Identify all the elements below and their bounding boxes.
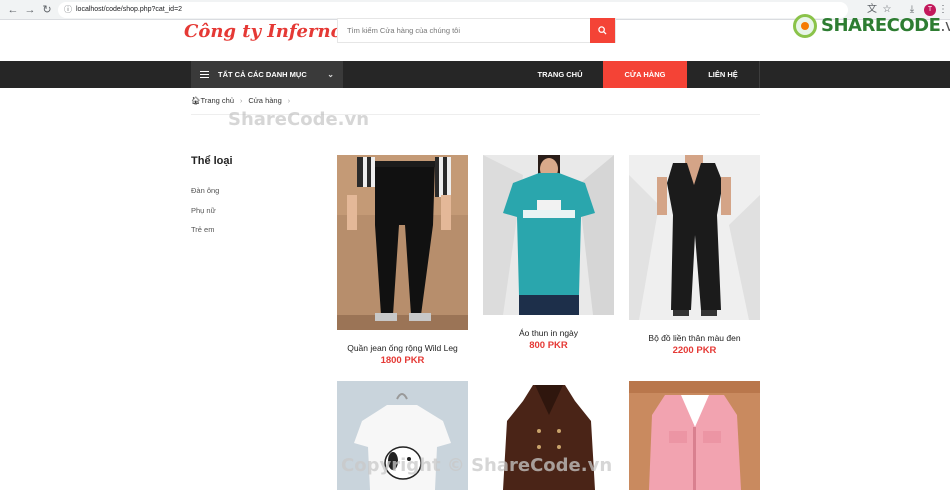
product-name[interactable]: Áo thun in ngày [483, 328, 614, 338]
search-icon [598, 26, 607, 35]
category-link-women[interactable]: Phụ nữ [191, 206, 216, 215]
sharecode-logo-text: SHARECODE.vn [821, 15, 950, 36]
product-price: 2200 PKR [672, 345, 717, 356]
category-link-kids[interactable]: Trẻ em [191, 225, 214, 234]
nav-divider [759, 61, 760, 88]
breadcrumb: 🏠︎Trang chủ › Cửa hàng › [191, 96, 296, 107]
home-icon[interactable]: 🏠︎ [191, 96, 201, 106]
nav-shop[interactable]: CỬA HÀNG [603, 61, 687, 88]
breadcrumb-home[interactable]: Trang chủ [201, 96, 235, 106]
product-image[interactable] [629, 381, 760, 490]
breadcrumb-separator: › [240, 98, 243, 105]
product-name[interactable]: Bộ đồ liền thân màu đen [629, 333, 760, 343]
chevron-down-icon: ⌄ [327, 70, 334, 79]
product-image[interactable] [337, 155, 468, 330]
product-price: 800 PKR [529, 340, 568, 351]
hamburger-icon [200, 71, 209, 78]
info-icon[interactable]: ⓘ [64, 2, 72, 18]
nav-contact[interactable]: LIÊN HỆ [687, 61, 759, 88]
search-input[interactable] [338, 19, 591, 42]
copyright-watermark: Copyright © ShareCode.vn [341, 455, 613, 476]
breadcrumb-separator: › [287, 98, 291, 105]
all-categories-menu[interactable]: TẤT CẢ CÁC DANH MỤC ⌄ [191, 61, 343, 88]
sharecode-logo: SHARECODE.vn [793, 12, 950, 40]
brand-logo[interactable]: Công ty Inferno [184, 20, 343, 44]
breadcrumb-current: Cửa hàng [248, 96, 282, 105]
category-title: Thể loại [191, 155, 233, 167]
product-image[interactable] [629, 155, 760, 320]
product-image[interactable] [483, 155, 614, 315]
search-bar [337, 18, 616, 43]
url-text: localhost/code/shop.php?cat_id=2 [76, 6, 183, 13]
watermark-text: ShareCode.vn [228, 109, 370, 130]
nav-home[interactable]: TRANG CHỦ [517, 61, 603, 88]
product-price: 1800 PKR [380, 355, 425, 366]
forward-icon[interactable]: → [23, 3, 37, 17]
reload-icon[interactable]: ↻ [40, 3, 54, 17]
category-link-men[interactable]: Đàn ông [191, 186, 219, 195]
all-categories-label: TẤT CẢ CÁC DANH MỤC [218, 70, 307, 79]
back-icon[interactable]: ← [6, 3, 20, 17]
product-name[interactable]: Quần jean ống rộng Wild Leg [337, 343, 468, 353]
sharecode-logo-icon [793, 14, 817, 38]
search-button[interactable] [590, 18, 615, 43]
main-navbar: TẤT CẢ CÁC DANH MỤC ⌄ TRANG CHỦ CỬA HÀNG… [0, 61, 950, 88]
address-bar[interactable]: ⓘ localhost/code/shop.php?cat_id=2 [58, 2, 848, 18]
